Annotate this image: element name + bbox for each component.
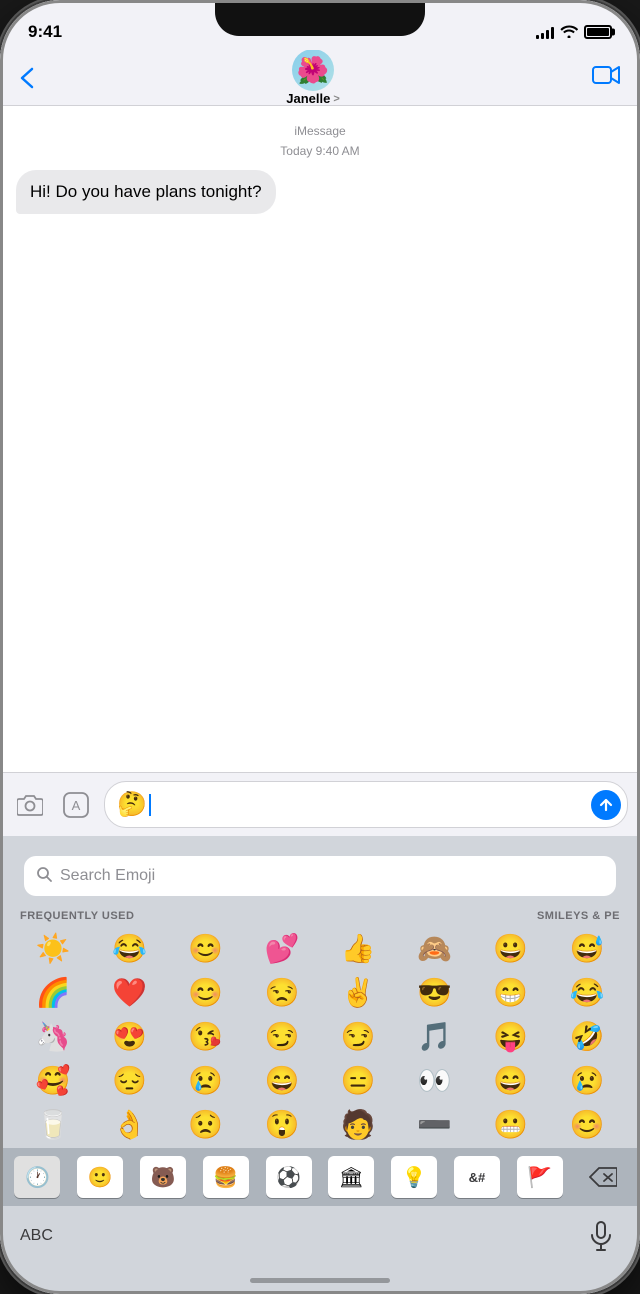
- home-bar: [250, 1278, 390, 1283]
- imessage-label: iMessage: [16, 122, 624, 140]
- objects-button[interactable]: 💡: [391, 1156, 437, 1198]
- animal-button[interactable]: 🐻: [140, 1156, 186, 1198]
- emoji-row-1: ☀️ 😂 😊 💕 👍 🙈 😀 😅: [8, 926, 632, 970]
- nav-bar: 🌺 Janelle >: [0, 50, 640, 106]
- emoji-smirk[interactable]: 😏: [245, 1014, 319, 1058]
- emoji-monkey[interactable]: 🙈: [397, 926, 471, 970]
- status-icons: [536, 24, 612, 41]
- emoji-row-5: 🥛 👌 😟 😲 🧑 ➖ 😬 😊: [8, 1102, 632, 1146]
- wifi-icon: [560, 24, 578, 41]
- frequently-used-label: FREQUENTLY USED: [20, 910, 134, 922]
- emoji-ok[interactable]: 👌: [92, 1102, 166, 1146]
- emoji-search-placeholder: Search Emoji: [60, 867, 155, 885]
- message-timestamp: Today 9:40 AM: [16, 144, 624, 158]
- emoji-eyes[interactable]: 👀: [397, 1058, 471, 1102]
- app-store-button[interactable]: A: [58, 787, 94, 823]
- emoji-smile2[interactable]: 😊: [169, 970, 243, 1014]
- contact-avatar: 🌺: [292, 49, 334, 91]
- emoji-unamused[interactable]: 😒: [245, 970, 319, 1014]
- emoji-cool[interactable]: 😎: [397, 970, 471, 1014]
- abc-label[interactable]: ABC: [20, 1227, 53, 1245]
- emoji-cry[interactable]: 😢: [169, 1058, 243, 1102]
- emoji-music[interactable]: 🎵: [397, 1014, 471, 1058]
- emoji-grimace[interactable]: 😬: [474, 1102, 548, 1146]
- emoji-astonished[interactable]: 😲: [245, 1102, 319, 1146]
- keyboard-bottom: ABC: [0, 1206, 640, 1266]
- back-button[interactable]: [20, 67, 34, 89]
- smileys-label: SMILEYS & PE: [537, 910, 620, 922]
- emoji-hearteyes[interactable]: 😍: [92, 1014, 166, 1058]
- messages-area: iMessage Today 9:40 AM Hi! Do you have p…: [0, 106, 640, 772]
- keyboard-bottom-bar: 🕐 🙂 🐻 🍔 ⚽ 🏛 💡 &# 🚩: [0, 1148, 640, 1206]
- emoji-row-4: 🥰 😔 😢 😄 😑 👀 😄 😢: [8, 1058, 632, 1102]
- emoji-row-2: 🌈 ❤️ 😊 😒 ✌️ 😎 😁 😂: [8, 970, 632, 1014]
- emoji-bigsmile[interactable]: 😄: [245, 1058, 319, 1102]
- signal-bars-icon: [536, 25, 554, 39]
- camera-button[interactable]: [12, 787, 48, 823]
- emoji-rolling[interactable]: 🤣: [550, 1014, 624, 1058]
- emoji-expressionless[interactable]: 😑: [321, 1058, 395, 1102]
- video-call-button[interactable]: [592, 64, 620, 92]
- emoji-section-header: FREQUENTLY USED SMILEYS & PE: [8, 910, 632, 926]
- clock-button[interactable]: 🕐: [14, 1156, 60, 1198]
- emoji-rainbow[interactable]: 🌈: [16, 970, 90, 1014]
- smiley-button[interactable]: 🙂: [77, 1156, 123, 1198]
- emoji-peace[interactable]: ✌️: [321, 970, 395, 1014]
- emoji-hearts[interactable]: 💕: [245, 926, 319, 970]
- emoji-unicorn[interactable]: 🦄: [16, 1014, 90, 1058]
- contact-chevron-icon: >: [333, 93, 339, 105]
- microphone-button[interactable]: [582, 1217, 620, 1255]
- emoji-pensive[interactable]: 😔: [92, 1058, 166, 1102]
- message-bubble: Hi! Do you have plans tonight?: [16, 170, 276, 214]
- delete-button[interactable]: [580, 1156, 626, 1198]
- emoji-sun[interactable]: ☀️: [16, 926, 90, 970]
- emoji-sob[interactable]: 😢: [550, 1058, 624, 1102]
- emoji-laugh[interactable]: 😂: [92, 926, 166, 970]
- notch: [215, 0, 425, 36]
- emoji-kiss[interactable]: 😘: [169, 1014, 243, 1058]
- emoji-blushing[interactable]: 🥰: [16, 1058, 90, 1102]
- emoji-smile3[interactable]: 😊: [550, 1102, 624, 1146]
- send-button[interactable]: [591, 790, 621, 820]
- contact-name: Janelle >: [286, 91, 340, 106]
- emoji-heart[interactable]: ❤️: [92, 970, 166, 1014]
- emoji-thumbsup[interactable]: 👍: [321, 926, 395, 970]
- emoji-grin2[interactable]: 😄: [474, 1058, 548, 1102]
- emoji-sweat[interactable]: 😅: [550, 926, 624, 970]
- emoji-wink[interactable]: 😏: [321, 1014, 395, 1058]
- emoji-minus[interactable]: ➖: [397, 1102, 471, 1146]
- emoji-smile[interactable]: 😊: [169, 926, 243, 970]
- svg-text:A: A: [72, 798, 81, 813]
- buildings-button[interactable]: 🏛: [328, 1156, 374, 1198]
- emoji-person[interactable]: 🧑: [321, 1102, 395, 1146]
- home-indicator: [0, 1266, 640, 1294]
- flags-button[interactable]: 🚩: [517, 1156, 563, 1198]
- emoji-squint[interactable]: 😝: [474, 1014, 548, 1058]
- emoji-search-bar[interactable]: Search Emoji: [24, 856, 616, 896]
- emoji-beam[interactable]: 😁: [474, 970, 548, 1014]
- emoji-worried[interactable]: 😟: [169, 1102, 243, 1146]
- message-input[interactable]: 🤔: [104, 781, 628, 828]
- emoji-milk[interactable]: 🥛: [16, 1102, 90, 1146]
- battery-icon: [584, 25, 612, 39]
- contact-info[interactable]: 🌺 Janelle >: [286, 49, 340, 106]
- symbols-button[interactable]: &#: [454, 1156, 500, 1198]
- message-row: Hi! Do you have plans tonight?: [16, 170, 624, 214]
- emoji-grid-container: FREQUENTLY USED SMILEYS & PE ☀️ 😂 😊 💕 👍 …: [0, 910, 640, 1148]
- emoji-rofl[interactable]: 😂: [550, 970, 624, 1014]
- status-time: 9:41: [28, 22, 62, 42]
- input-area: A 🤔: [0, 772, 640, 836]
- emoji-row-3: 🦄 😍 😘 😏 😏 🎵 😝 🤣: [8, 1014, 632, 1058]
- emoji-grin[interactable]: 😀: [474, 926, 548, 970]
- sports-button[interactable]: ⚽: [266, 1156, 312, 1198]
- cursor: [149, 794, 151, 816]
- food-button[interactable]: 🍔: [203, 1156, 249, 1198]
- emoji-search-container: Search Emoji: [0, 836, 640, 910]
- search-icon: [36, 866, 52, 887]
